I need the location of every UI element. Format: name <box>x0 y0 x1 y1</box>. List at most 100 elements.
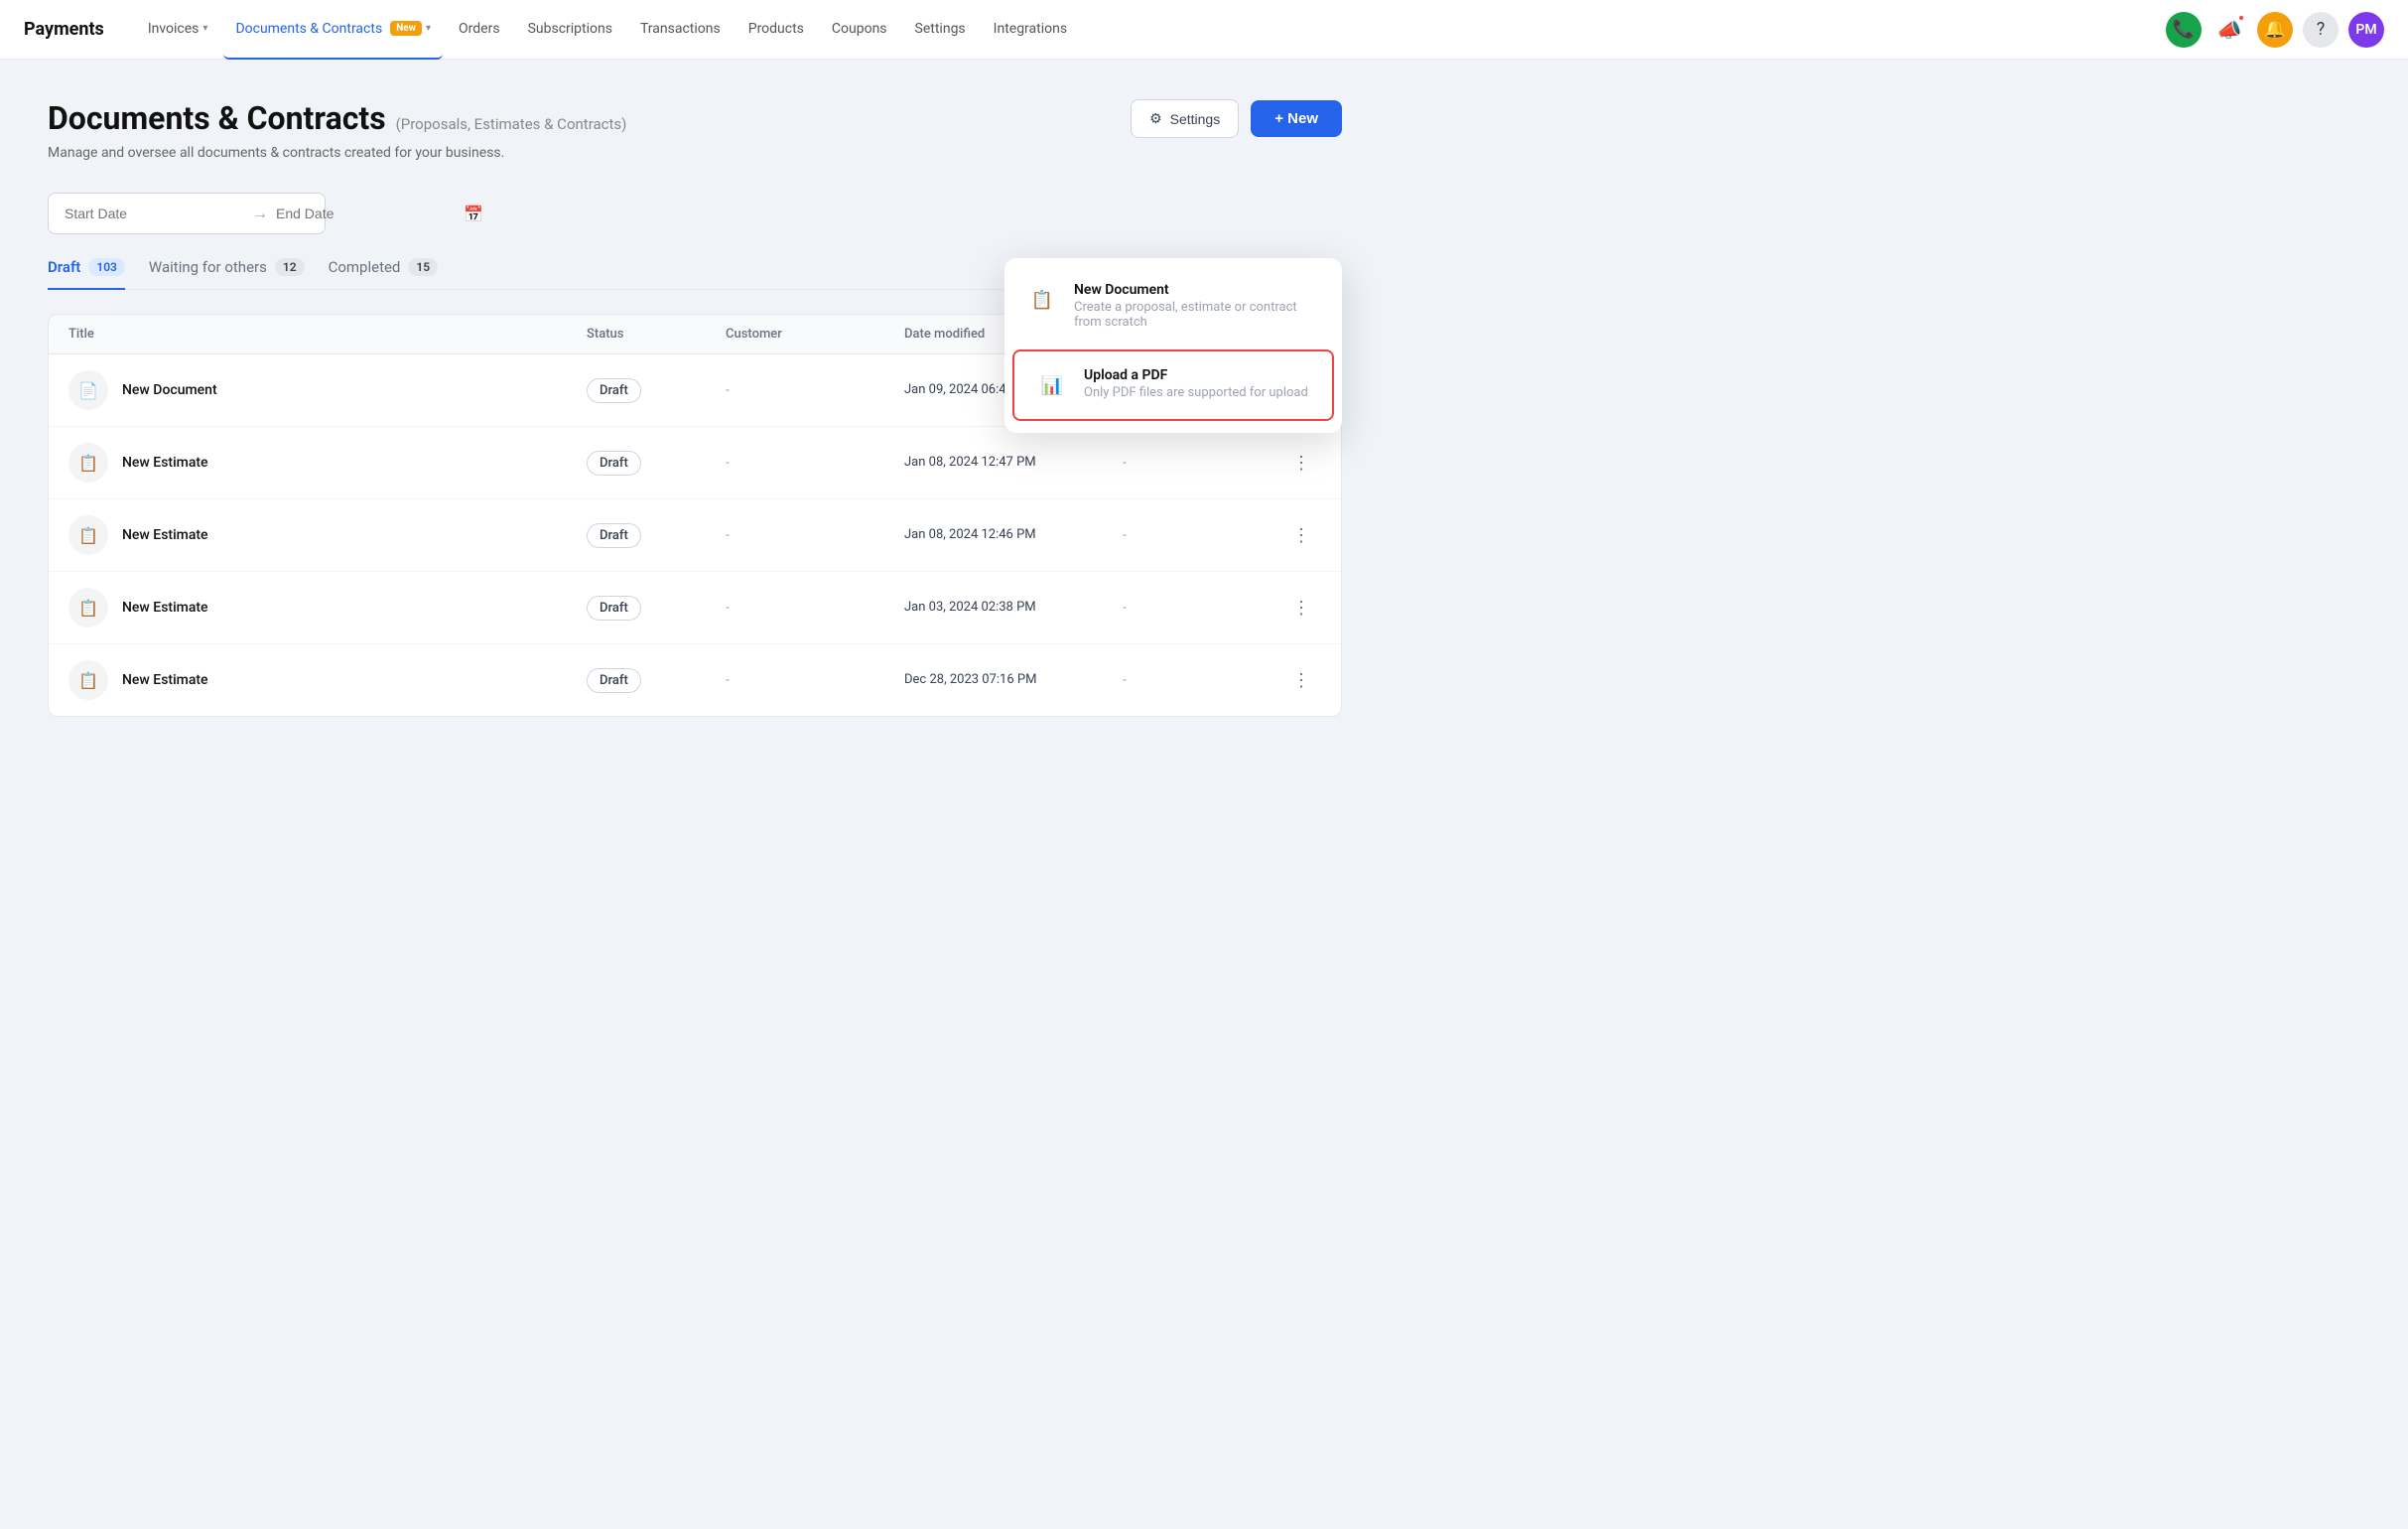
value-cell: - <box>1123 672 1281 688</box>
gear-icon: ⚙ <box>1149 110 1162 127</box>
status-cell: Draft <box>587 378 726 403</box>
new-dropdown-menu: 📋 New Document Create a proposal, estima… <box>1004 258 1342 433</box>
dropdown-new-document-title: New Document <box>1074 282 1322 298</box>
table-row[interactable]: 📋 New Estimate Draft - Dec 28, 2023 07:1… <box>49 644 1341 716</box>
page-description: Manage and oversee all documents & contr… <box>48 145 626 161</box>
customer-cell: - <box>726 672 904 688</box>
new-button[interactable]: + New <box>1251 100 1342 137</box>
nav-item-coupons[interactable]: Coupons <box>820 0 899 60</box>
status-cell: Draft <box>587 668 726 693</box>
arrow-icon: → <box>252 204 268 223</box>
doc-name: New Estimate <box>122 455 208 471</box>
col-customer: Customer <box>726 327 904 342</box>
date-filter[interactable]: → 📅 <box>48 193 326 234</box>
nav-item-orders[interactable]: Orders <box>447 0 512 60</box>
waiting-count-badge: 12 <box>275 258 305 276</box>
main-content: Documents & Contracts (Proposals, Estima… <box>0 60 1390 741</box>
calendar-icon: 📅 <box>464 205 483 223</box>
doc-name: New Document <box>122 382 217 398</box>
dropdown-item-new-document[interactable]: 📋 New Document Create a proposal, estima… <box>1004 266 1342 346</box>
customer-cell: - <box>726 527 904 543</box>
doc-name: New Estimate <box>122 672 208 688</box>
doc-cell: 📋 New Estimate <box>68 660 587 700</box>
doc-cell: 📋 New Estimate <box>68 515 587 555</box>
more-options-button[interactable]: ⋮ <box>1281 525 1321 546</box>
date-cell: Jan 08, 2024 12:47 PM <box>904 453 1123 473</box>
tab-waiting[interactable]: Waiting for others 12 <box>149 258 305 290</box>
value-cell: - <box>1123 600 1281 616</box>
new-badge: New <box>390 21 422 36</box>
doc-cell: 📄 New Document <box>68 370 587 410</box>
doc-icon: 📋 <box>68 588 108 627</box>
customer-cell: - <box>726 600 904 616</box>
customer-cell: - <box>726 455 904 471</box>
doc-name: New Estimate <box>122 600 208 616</box>
page-title-group: Documents & Contracts (Proposals, Estima… <box>48 99 626 161</box>
brand-logo[interactable]: Payments <box>24 19 104 40</box>
doc-icon: 📄 <box>68 370 108 410</box>
header-actions: ⚙ Settings + New <box>1131 99 1342 138</box>
status-cell: Draft <box>587 523 726 548</box>
doc-cell: 📋 New Estimate <box>68 443 587 483</box>
tab-draft[interactable]: Draft 103 <box>48 258 125 290</box>
nav-item-invoices[interactable]: Invoices ▾ <box>136 0 220 60</box>
phone-icon[interactable]: 📞 <box>2166 12 2202 48</box>
page-title-sub: (Proposals, Estimates & Contracts) <box>396 115 627 133</box>
doc-cell: 📋 New Estimate <box>68 588 587 627</box>
dropdown-item-upload-pdf[interactable]: 📊 Upload a PDF Only PDF files are suppor… <box>1012 349 1334 421</box>
more-options-button[interactable]: ⋮ <box>1281 453 1321 474</box>
settings-button[interactable]: ⚙ Settings <box>1131 99 1239 138</box>
bell-icon[interactable]: 🔔 <box>2257 12 2293 48</box>
nav-item-documents[interactable]: Documents & Contracts New ▾ <box>223 0 443 60</box>
status-cell: Draft <box>587 596 726 621</box>
more-options-button[interactable]: ⋮ <box>1281 598 1321 619</box>
megaphone-icon[interactable]: 📣 <box>2211 12 2247 48</box>
status-badge: Draft <box>587 523 641 548</box>
value-cell: - <box>1123 455 1281 471</box>
more-options-button[interactable]: ⋮ <box>1281 670 1321 691</box>
start-date-input[interactable] <box>65 206 244 221</box>
nav-item-products[interactable]: Products <box>736 0 816 60</box>
end-date-input[interactable] <box>276 206 456 221</box>
status-badge: Draft <box>587 596 641 621</box>
col-status: Status <box>587 327 726 342</box>
nav-items: Invoices ▾ Documents & Contracts New ▾ O… <box>136 0 2166 60</box>
dropdown-new-document-desc: Create a proposal, estimate or contract … <box>1074 300 1322 330</box>
doc-name: New Estimate <box>122 527 208 543</box>
dropdown-upload-desc: Only PDF files are supported for upload <box>1084 385 1308 400</box>
page-header: Documents & Contracts (Proposals, Estima… <box>48 99 1342 161</box>
nav-right-icons: 📞 📣 🔔 ? PM <box>2166 12 2384 48</box>
chevron-down-icon: ▾ <box>426 23 431 34</box>
dropdown-upload-title: Upload a PDF <box>1084 367 1308 383</box>
nav-item-transactions[interactable]: Transactions <box>628 0 733 60</box>
table-row[interactable]: 📋 New Estimate Draft - Jan 08, 2024 12:4… <box>49 499 1341 572</box>
avatar[interactable]: PM <box>2348 12 2384 48</box>
document-icon: 📋 <box>1024 282 1060 318</box>
date-cell: Jan 08, 2024 12:46 PM <box>904 525 1123 545</box>
doc-icon: 📋 <box>68 515 108 555</box>
doc-icon: 📋 <box>68 660 108 700</box>
page-title: Documents & Contracts (Proposals, Estima… <box>48 99 626 137</box>
date-cell: Jan 03, 2024 02:38 PM <box>904 598 1123 618</box>
doc-icon: 📋 <box>68 443 108 483</box>
nav-item-settings[interactable]: Settings <box>903 0 978 60</box>
status-cell: Draft <box>587 451 726 476</box>
tab-completed[interactable]: Completed 15 <box>329 258 439 290</box>
status-badge: Draft <box>587 378 641 403</box>
completed-count-badge: 15 <box>408 258 438 276</box>
nav-item-subscriptions[interactable]: Subscriptions <box>516 0 624 60</box>
pdf-upload-icon: 📊 <box>1034 367 1070 403</box>
table-row[interactable]: 📋 New Estimate Draft - Jan 08, 2024 12:4… <box>49 427 1341 499</box>
date-cell: Dec 28, 2023 07:16 PM <box>904 670 1123 690</box>
draft-count-badge: 103 <box>88 258 125 276</box>
customer-cell: - <box>726 382 904 398</box>
col-title: Title <box>68 327 587 342</box>
notification-dot <box>2237 14 2245 22</box>
nav-item-integrations[interactable]: Integrations <box>982 0 1079 60</box>
help-icon[interactable]: ? <box>2303 12 2339 48</box>
status-badge: Draft <box>587 451 641 476</box>
status-badge: Draft <box>587 668 641 693</box>
top-navigation: Payments Invoices ▾ Documents & Contract… <box>0 0 2408 60</box>
table-row[interactable]: 📋 New Estimate Draft - Jan 03, 2024 02:3… <box>49 572 1341 644</box>
value-cell: - <box>1123 527 1281 543</box>
